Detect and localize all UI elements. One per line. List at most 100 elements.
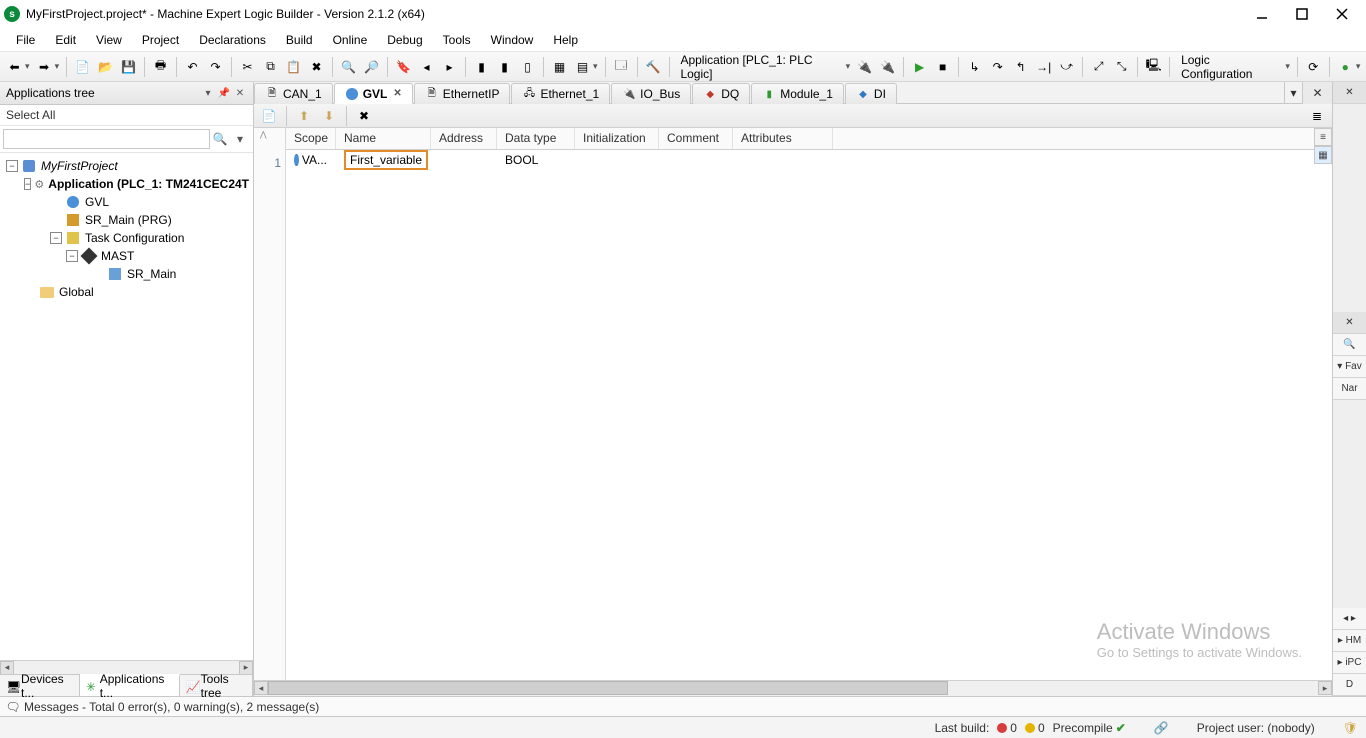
tree-mast-node[interactable]: − MAST xyxy=(2,247,251,265)
tabs-overflow-dropdown[interactable]: ▾ xyxy=(1284,82,1302,103)
tree-srmain-node[interactable]: SR_Main xyxy=(2,265,251,283)
editor-down-button[interactable]: ⬇ xyxy=(318,105,340,127)
cell-name[interactable]: First_variable xyxy=(336,149,431,171)
col-attributes[interactable]: Attributes xyxy=(733,128,833,149)
editor-view-list-button[interactable]: ≡ xyxy=(1314,128,1332,146)
right-search-icon[interactable]: 🔍 xyxy=(1333,334,1366,356)
breakpoint-button[interactable]: ▮ xyxy=(471,56,492,78)
run-button[interactable]: ▶ xyxy=(909,56,930,78)
right-ipc-tab[interactable]: ▸ iPC xyxy=(1333,652,1366,674)
run-to-cursor-button[interactable]: →| xyxy=(1033,56,1054,78)
right-panel-close3[interactable]: ✕ xyxy=(1333,312,1366,334)
tab-applications-tree[interactable]: ✳Applications t... xyxy=(80,674,180,696)
bookmark-button[interactable]: 🔖 xyxy=(393,56,414,78)
tab-ethernetip[interactable]: 🗎EthernetIP xyxy=(414,83,511,104)
menu-tools[interactable]: Tools xyxy=(433,30,481,50)
tab-gvl[interactable]: GVL✕ xyxy=(334,83,413,104)
tree-project-node[interactable]: − MyFirstProject xyxy=(2,157,251,175)
tree-application-node[interactable]: − ⚙ Application (PLC_1: TM241CEC24T xyxy=(2,175,251,193)
select-all-row[interactable]: Select All xyxy=(0,105,253,126)
login-button[interactable]: 🔌 xyxy=(854,56,875,78)
maximize-button[interactable] xyxy=(1282,0,1322,28)
tab-can1[interactable]: 🗎CAN_1 xyxy=(254,83,333,104)
bookmark-next-button[interactable]: ▸ xyxy=(439,56,460,78)
find-button[interactable]: 🔍 xyxy=(338,56,359,78)
variable-grid[interactable]: Scope Name Address Data type Initializat… xyxy=(286,128,1332,680)
redo-button[interactable]: ↷ xyxy=(205,56,226,78)
warning-count[interactable]: 0 xyxy=(1025,721,1045,735)
tab-iobus[interactable]: 🔌IO_Bus xyxy=(611,83,691,104)
collapse-icon[interactable]: − xyxy=(50,232,62,244)
nav-forward-button[interactable]: ➡ xyxy=(34,56,55,78)
step-over-button[interactable]: ↷ xyxy=(987,56,1008,78)
build-button[interactable]: 🔨 xyxy=(642,56,663,78)
tab-ethernet1[interactable]: 🖧Ethernet_1 xyxy=(511,83,610,104)
tab-dq[interactable]: ◆DQ xyxy=(692,83,750,104)
stop-button[interactable]: ■ xyxy=(932,56,953,78)
col-datatype[interactable]: Data type xyxy=(497,128,575,149)
messages-bar[interactable]: 🗨 Messages - Total 0 error(s), 0 warning… xyxy=(0,696,1366,716)
name-edit-input[interactable]: First_variable xyxy=(344,150,428,170)
trace2-button[interactable]: ⤡ xyxy=(1111,56,1132,78)
menu-build[interactable]: Build xyxy=(276,30,323,50)
next-statement-button[interactable]: ⤻ xyxy=(1056,56,1077,78)
editor-up-button[interactable]: ⬆ xyxy=(293,105,315,127)
trace-button[interactable]: ⤢ xyxy=(1088,56,1109,78)
window-layout2-button[interactable]: ▤ xyxy=(572,56,593,78)
editor-delete-button[interactable]: ✖ xyxy=(353,105,375,127)
panel-dropdown-icon[interactable]: ▾ xyxy=(201,86,215,100)
connection-icon[interactable]: 🔗 xyxy=(1154,721,1169,735)
new-button[interactable]: 📄 xyxy=(72,56,93,78)
editor-view-toggle[interactable]: ≣ xyxy=(1306,105,1328,127)
cell-address[interactable] xyxy=(431,159,497,161)
open-button[interactable]: 📂 xyxy=(95,56,116,78)
panel-close-icon[interactable]: ✕ xyxy=(233,86,247,100)
editor-view-table-button[interactable]: ▦ xyxy=(1314,146,1332,164)
scroll-left-button[interactable]: ◂ xyxy=(254,681,268,695)
menu-view[interactable]: View xyxy=(86,30,132,50)
menu-edit[interactable]: Edit xyxy=(45,30,86,50)
right-hm-tab[interactable]: ▸ HM xyxy=(1333,630,1366,652)
panel-pin-icon[interactable]: 📌 xyxy=(217,86,231,100)
tree-global-node[interactable]: Global xyxy=(2,283,251,301)
tab-module1[interactable]: ▮Module_1 xyxy=(751,83,844,104)
cell-attributes[interactable] xyxy=(733,159,833,161)
collapse-icon[interactable]: − xyxy=(24,178,31,190)
right-d-tab[interactable]: D xyxy=(1333,674,1366,696)
right-panel-close[interactable]: ✕ xyxy=(1302,82,1332,104)
bookmark-prev-button[interactable]: ◂ xyxy=(416,56,437,78)
menu-debug[interactable]: Debug xyxy=(377,30,432,50)
nav-back-button[interactable]: ⬅ xyxy=(4,56,25,78)
precompile-status[interactable]: Precompile ✔ xyxy=(1053,721,1126,735)
window-layout-button[interactable]: ▦ xyxy=(549,56,570,78)
application-context-dropdown[interactable]: ▾ xyxy=(846,61,851,72)
undo-button[interactable]: ↶ xyxy=(182,56,203,78)
cut-button[interactable]: ✂ xyxy=(237,56,258,78)
menu-file[interactable]: File xyxy=(6,30,45,50)
menu-window[interactable]: Window xyxy=(481,30,544,50)
shield-icon[interactable]: 🛡 xyxy=(1343,721,1358,735)
editor-add-button[interactable]: 📄 xyxy=(258,105,280,127)
tab-close-icon[interactable]: ✕ xyxy=(393,88,401,99)
tree-gvl-node[interactable]: GVL xyxy=(2,193,251,211)
gutter-grip-icon[interactable]: ⋀ xyxy=(260,130,267,139)
scroll-left-button[interactable]: ◂ xyxy=(0,661,14,675)
tab-di[interactable]: ◆DI xyxy=(845,83,897,104)
logout-button[interactable]: 🔌 xyxy=(877,56,898,78)
config-dropdown[interactable]: ▾ xyxy=(1285,61,1290,72)
col-comment[interactable]: Comment xyxy=(659,128,733,149)
col-name[interactable]: Name xyxy=(336,128,431,149)
applications-tree[interactable]: − MyFirstProject − ⚙ Application (PLC_1:… xyxy=(0,153,253,660)
cell-datatype[interactable]: BOOL xyxy=(497,152,575,168)
save-button[interactable]: 💾 xyxy=(118,56,139,78)
tab-tools-tree[interactable]: 📈Tools tree xyxy=(180,675,253,696)
refresh-button[interactable]: ⟳ xyxy=(1303,56,1324,78)
step-out-button[interactable]: ↰ xyxy=(1010,56,1031,78)
cell-scope[interactable]: VA... xyxy=(286,152,336,168)
menu-help[interactable]: Help xyxy=(543,30,588,50)
minimize-button[interactable] xyxy=(1242,0,1282,28)
close-button[interactable] xyxy=(1322,0,1362,28)
collapse-icon[interactable]: − xyxy=(6,160,18,172)
grid-row-1[interactable]: VA... First_variable BOOL xyxy=(286,150,1332,170)
cell-initialization[interactable] xyxy=(575,159,659,161)
